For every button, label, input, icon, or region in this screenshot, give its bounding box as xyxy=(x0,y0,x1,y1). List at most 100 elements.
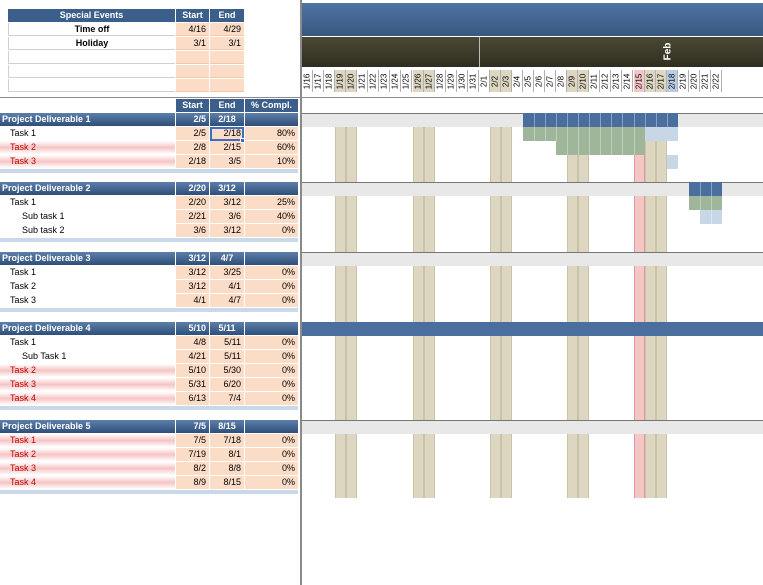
task-start[interactable]: 4/1 xyxy=(176,294,209,307)
task-name[interactable]: Task 1 xyxy=(0,336,175,349)
task-end[interactable]: 8/8 xyxy=(210,462,244,475)
special-event-start[interactable]: 4/16 xyxy=(176,23,209,36)
date-header-cell[interactable]: 2/14 xyxy=(622,70,634,92)
special-event-end[interactable] xyxy=(210,79,244,92)
deliverable-name[interactable]: Project Deliverable 5 xyxy=(0,420,175,433)
date-header-cell[interactable]: 2/5 xyxy=(523,70,534,92)
date-header-cell[interactable]: 1/19 xyxy=(335,70,347,92)
date-header-cell[interactable]: 2/15 xyxy=(633,70,645,92)
deliverable-name[interactable]: Project Deliverable 4 xyxy=(0,322,175,335)
date-header-cell[interactable]: 2/20 xyxy=(688,70,700,92)
special-event-end[interactable]: 4/29 xyxy=(210,23,244,36)
task-end[interactable]: 4/1 xyxy=(210,280,244,293)
deliverable-start[interactable]: 2/20 xyxy=(176,182,209,195)
date-header-cell[interactable]: 2/1 xyxy=(478,70,490,92)
task-start[interactable]: 3/12 xyxy=(176,266,209,279)
special-event-end[interactable] xyxy=(210,65,244,78)
task-start[interactable]: 3/6 xyxy=(176,224,209,237)
task-name[interactable]: Task 3 xyxy=(0,378,175,391)
task-name[interactable]: Sub Task 1 xyxy=(0,350,175,363)
task-pct[interactable]: 0% xyxy=(245,448,298,461)
task-end[interactable]: 6/20 xyxy=(210,378,244,391)
task-pct[interactable]: 0% xyxy=(245,350,298,363)
deliverable-bar[interactable] xyxy=(688,182,722,196)
special-event-end[interactable] xyxy=(210,51,244,64)
task-name[interactable]: Task 2 xyxy=(0,364,175,377)
deliverable-end[interactable]: 5/11 xyxy=(210,322,244,335)
special-event-name[interactable]: Holiday xyxy=(8,37,175,50)
date-header-cell[interactable]: 2/16 xyxy=(644,70,656,92)
special-event-name[interactable] xyxy=(8,65,175,78)
task-name[interactable]: Task 1 xyxy=(0,127,175,140)
date-header-cell[interactable]: 2/21 xyxy=(699,70,711,92)
task-end[interactable]: 3/12 xyxy=(210,196,244,209)
task-start[interactable]: 2/8 xyxy=(176,141,209,154)
task-start[interactable]: 8/9 xyxy=(176,476,209,489)
task-end[interactable]: 7/18 xyxy=(210,434,244,447)
deliverable-start[interactable]: 3/12 xyxy=(176,252,209,265)
task-end[interactable]: 5/11 xyxy=(210,336,244,349)
deliverable-start[interactable]: 2/5 xyxy=(176,113,209,126)
task-end[interactable]: 4/7 xyxy=(210,294,244,307)
task-name[interactable]: Task 3 xyxy=(0,294,175,307)
task-end[interactable]: 3/25 xyxy=(210,266,244,279)
date-header-cell[interactable]: 1/17 xyxy=(313,70,325,92)
task-pct[interactable]: 0% xyxy=(245,266,298,279)
task-pct[interactable]: 25% xyxy=(245,196,298,209)
task-name[interactable]: Task 1 xyxy=(0,434,175,447)
task-start[interactable]: 5/10 xyxy=(176,364,209,377)
task-name[interactable]: Task 3 xyxy=(0,462,175,475)
deliverable-start[interactable]: 7/5 xyxy=(176,420,209,433)
task-start[interactable]: 8/2 xyxy=(176,462,209,475)
task-start[interactable]: 5/31 xyxy=(176,378,209,391)
task-start[interactable]: 7/19 xyxy=(176,448,209,461)
task-start[interactable]: 2/5 xyxy=(176,127,209,140)
deliverable-end[interactable]: 8/15 xyxy=(210,420,244,433)
date-header-cell[interactable]: 1/25 xyxy=(401,70,413,92)
date-header-cell[interactable]: 2/18 xyxy=(666,70,678,92)
task-end[interactable]: 2/15 xyxy=(210,141,244,154)
task-pct[interactable]: 0% xyxy=(245,392,298,405)
deliverable-end[interactable]: 4/7 xyxy=(210,252,244,265)
task-name[interactable]: Sub task 2 xyxy=(0,224,175,237)
special-event-start[interactable] xyxy=(176,65,209,78)
deliverable-name[interactable]: Project Deliverable 1 xyxy=(0,113,175,126)
selected-cell[interactable] xyxy=(210,127,244,141)
task-pct[interactable]: 0% xyxy=(245,364,298,377)
deliverable-name[interactable]: Project Deliverable 2 xyxy=(0,182,175,195)
task-name[interactable]: Task 1 xyxy=(0,196,175,209)
task-name[interactable]: Task 2 xyxy=(0,280,175,293)
task-pct[interactable]: 0% xyxy=(245,378,298,391)
task-pct[interactable]: 40% xyxy=(245,210,298,223)
special-event-name[interactable] xyxy=(8,51,175,64)
date-header-cell[interactable]: 1/28 xyxy=(434,70,446,92)
fill-handle[interactable] xyxy=(240,138,245,143)
special-event-start[interactable] xyxy=(176,51,209,64)
task-name[interactable]: Task 1 xyxy=(0,266,175,279)
date-header-cell[interactable]: 2/6 xyxy=(534,70,546,92)
task-name[interactable]: Task 4 xyxy=(0,392,175,405)
deliverable-end[interactable]: 3/12 xyxy=(210,182,244,195)
date-header-cell[interactable]: 2/22 xyxy=(710,70,722,92)
special-event-name[interactable] xyxy=(8,79,175,92)
task-start[interactable]: 4/8 xyxy=(176,336,209,349)
task-pct[interactable]: 60% xyxy=(245,141,298,154)
task-end[interactable]: 7/4 xyxy=(210,392,244,405)
task-start[interactable]: 3/12 xyxy=(176,280,209,293)
date-header-cell[interactable]: 1/27 xyxy=(423,70,435,92)
date-header-cell[interactable]: 2/2 xyxy=(489,70,501,92)
task-pct[interactable]: 0% xyxy=(245,476,298,489)
date-header-cell[interactable]: 1/31 xyxy=(467,70,479,92)
task-name[interactable]: Sub task 1 xyxy=(0,210,175,223)
task-pct[interactable]: 0% xyxy=(245,294,298,307)
task-end[interactable]: 8/15 xyxy=(210,476,244,489)
task-pct[interactable]: 0% xyxy=(245,336,298,349)
task-pct[interactable]: 0% xyxy=(245,462,298,475)
task-end[interactable]: 8/1 xyxy=(210,448,244,461)
task-start[interactable]: 7/5 xyxy=(176,434,209,447)
task-start[interactable]: 6/13 xyxy=(176,392,209,405)
deliverable-name[interactable]: Project Deliverable 3 xyxy=(0,252,175,265)
date-header-cell[interactable]: 1/16 xyxy=(302,70,313,92)
task-pct[interactable]: 80% xyxy=(245,127,298,140)
task-name[interactable]: Task 2 xyxy=(0,141,175,154)
